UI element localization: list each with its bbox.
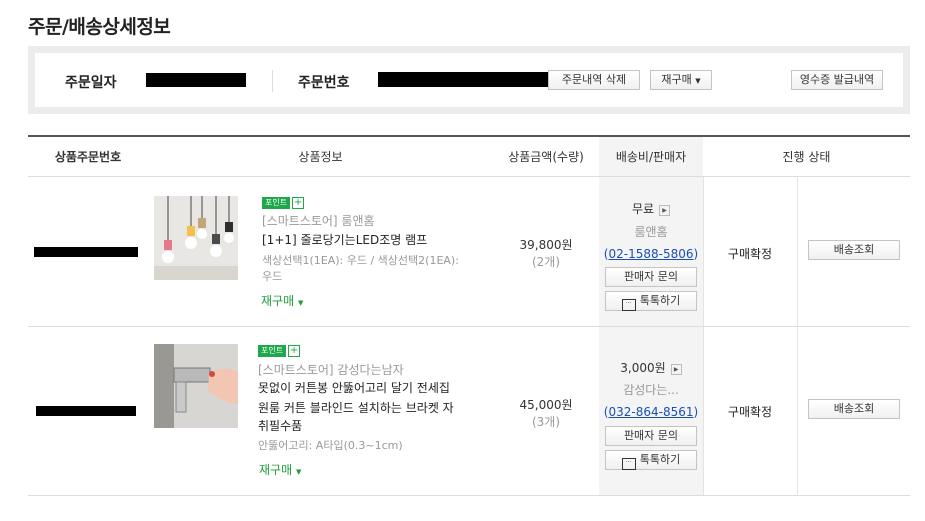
chevron-down-icon: ▼: [295, 468, 302, 476]
chat-icon: ···: [621, 458, 636, 470]
header-product-order-number: 상품주문번호: [28, 135, 148, 177]
rebuy-label: 재구매: [661, 73, 692, 86]
shipping-fee-value: 무료: [631, 202, 655, 216]
product-option: 우드: [262, 270, 283, 283]
product-name[interactable]: 못없이 커튼봉 안뚫어고리 달기 전세집: [258, 379, 450, 396]
seller-phone-number[interactable]: 032-864-8561: [608, 405, 693, 419]
product-order-number-redacted: [36, 406, 136, 416]
product-order-number-redacted: [34, 247, 138, 257]
order-status: 구매확정: [727, 405, 773, 419]
seller-inquiry-button[interactable]: 판매자 문의: [605, 267, 697, 287]
product-image[interactable]: [154, 344, 238, 428]
order-date-label: 주문일자: [65, 75, 117, 91]
rebuy-link-label: 재구매: [259, 463, 293, 477]
chat-icon: ···: [621, 299, 636, 311]
talktalk-label: 톡톡하기: [639, 294, 681, 307]
column-divider: [703, 177, 704, 495]
product-option: 안뚫어고리: A타입(0.3~1cm): [258, 439, 403, 452]
row-divider: [28, 326, 910, 327]
lamp-image: [154, 196, 238, 280]
rebuy-link[interactable]: 재구매 ▼: [259, 461, 301, 478]
page-title: 주문/배송상세정보: [28, 16, 171, 38]
order-number-label: 주문번호: [298, 75, 350, 91]
bracket-image: [154, 344, 238, 428]
point-badge: 포인트 +: [262, 197, 305, 209]
column-divider: [797, 177, 798, 495]
point-badge-text: 포인트: [258, 345, 287, 357]
product-price: 45,000원: [519, 398, 573, 412]
product-qty: (2개): [531, 255, 561, 269]
shipping-fee-value: 3,000원: [620, 361, 666, 375]
seller-name: 감성다는...: [623, 383, 679, 397]
product-qty: (3개): [531, 415, 561, 429]
shipping-fee: 무료 ▶: [599, 200, 703, 217]
order-info-inner: 주문일자 주문번호 주문내역 삭제 재구매 ▼ 영수증 발급내역: [35, 53, 903, 107]
store-name[interactable]: [스마트스토어] 룸앤홈: [262, 212, 375, 229]
seller-name: 룸앤홈: [634, 225, 668, 239]
seller-phone[interactable]: (02-1588-5806): [599, 247, 703, 261]
seller-phone-number[interactable]: 02-1588-5806: [608, 247, 693, 261]
order-info-divider: [272, 70, 273, 92]
product-price: 39,800원: [519, 238, 573, 252]
rebuy-link-label: 재구매: [261, 294, 295, 308]
play-icon[interactable]: ▶: [670, 364, 682, 375]
product-name[interactable]: 취필수품: [258, 417, 302, 434]
product-name[interactable]: 원룸 커튼 블라인드 설치하는 브라켓 자: [258, 399, 454, 416]
order-date-redacted: [146, 73, 246, 87]
row-divider: [28, 495, 910, 496]
track-delivery-button[interactable]: 배송조회: [808, 399, 900, 419]
header-product-info: 상품정보: [148, 135, 493, 177]
chevron-down-icon: ▼: [297, 299, 304, 307]
receipt-history-button[interactable]: 영수증 발급내역: [791, 70, 883, 90]
seller-phone[interactable]: (032-864-8561): [599, 405, 703, 419]
rebuy-link[interactable]: 재구매 ▼: [261, 292, 303, 309]
seller-inquiry-button[interactable]: 판매자 문의: [605, 426, 697, 446]
rebuy-dropdown-button[interactable]: 재구매 ▼: [650, 70, 712, 90]
product-image[interactable]: [154, 196, 238, 280]
order-number-redacted: [378, 72, 548, 87]
product-name[interactable]: [1+1] 줄로당기는LED조명 램프: [262, 231, 427, 248]
header-status: 진행 상태: [703, 135, 910, 177]
chevron-down-icon: ▼: [695, 77, 701, 85]
talktalk-button[interactable]: ··· 톡톡하기: [605, 291, 697, 311]
point-badge-text: 포인트: [262, 197, 291, 209]
order-info-box: 주문일자 주문번호 주문내역 삭제 재구매 ▼ 영수증 발급내역: [28, 46, 910, 114]
shipping-fee: 3,000원 ▶: [599, 359, 703, 376]
point-badge: 포인트 +: [258, 345, 301, 357]
header-shipping-seller: 배송비/판매자: [599, 135, 703, 177]
order-status: 구매확정: [727, 247, 773, 261]
store-name[interactable]: [스마트스토어] 감성다는남자: [258, 361, 404, 378]
play-icon[interactable]: ▶: [659, 205, 671, 216]
plus-icon: +: [292, 197, 305, 209]
plus-icon: +: [288, 345, 301, 357]
talktalk-button[interactable]: ··· 톡톡하기: [605, 450, 697, 470]
delete-order-button[interactable]: 주문내역 삭제: [548, 70, 640, 90]
track-delivery-button[interactable]: 배송조회: [808, 240, 900, 260]
header-price-qty: 상품금액(수량): [493, 135, 599, 177]
product-option: 색상선택1(1EA): 우드 / 색상선택2(1EA):: [262, 254, 459, 267]
talktalk-label: 톡톡하기: [639, 453, 681, 466]
